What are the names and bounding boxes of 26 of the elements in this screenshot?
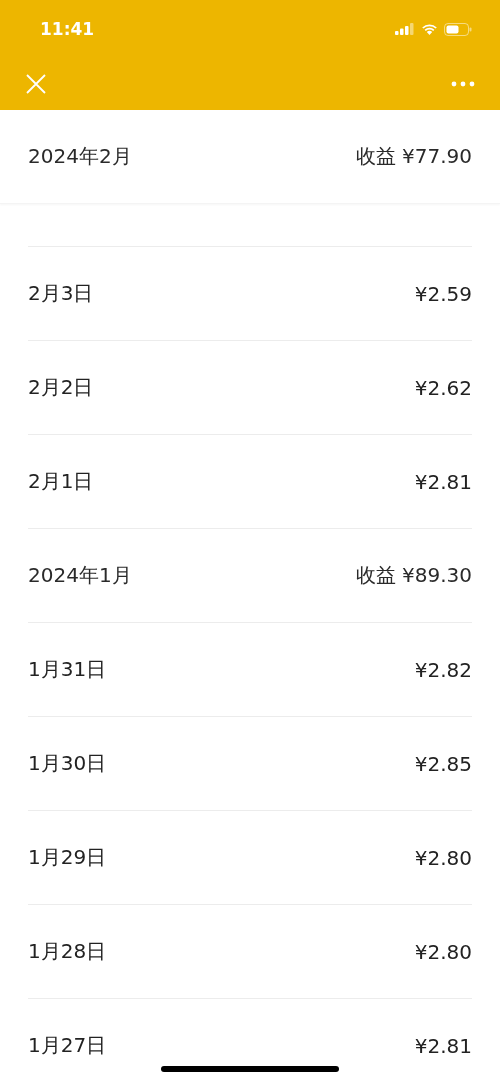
day-amount: ¥2.82 [414, 657, 472, 682]
day-amount: ¥2.80 [414, 845, 472, 870]
day-amount: ¥2.80 [414, 939, 472, 964]
day-date: 1月31日 [28, 656, 107, 683]
day-date: 1月29日 [28, 844, 107, 871]
day-date: 1月27日 [28, 1032, 107, 1059]
day-amount: ¥2.62 [414, 375, 472, 400]
day-amount: ¥2.81 [414, 1033, 472, 1058]
signal-icon [395, 23, 415, 35]
wifi-icon [421, 23, 438, 35]
day-date: 2月1日 [28, 468, 94, 495]
month-label: 2024年1月 [28, 562, 132, 589]
month-total: 收益 ¥89.30 [355, 562, 472, 589]
day-amount: ¥2.81 [414, 469, 472, 494]
day-amount: ¥2.85 [414, 751, 472, 776]
battery-icon [444, 22, 472, 36]
month-label: 2024年2月 [28, 143, 132, 170]
status-time: 11:41 [40, 19, 95, 39]
day-date: 2月3日 [28, 280, 94, 307]
day-amount: ¥2.59 [414, 281, 472, 306]
day-date: 1月28日 [28, 938, 107, 965]
day-date: 2月2日 [28, 374, 94, 401]
day-date: 1月30日 [28, 750, 107, 777]
more-icon[interactable] [451, 81, 475, 87]
close-icon[interactable] [26, 74, 46, 94]
month-total: 收益 ¥77.90 [355, 143, 472, 170]
